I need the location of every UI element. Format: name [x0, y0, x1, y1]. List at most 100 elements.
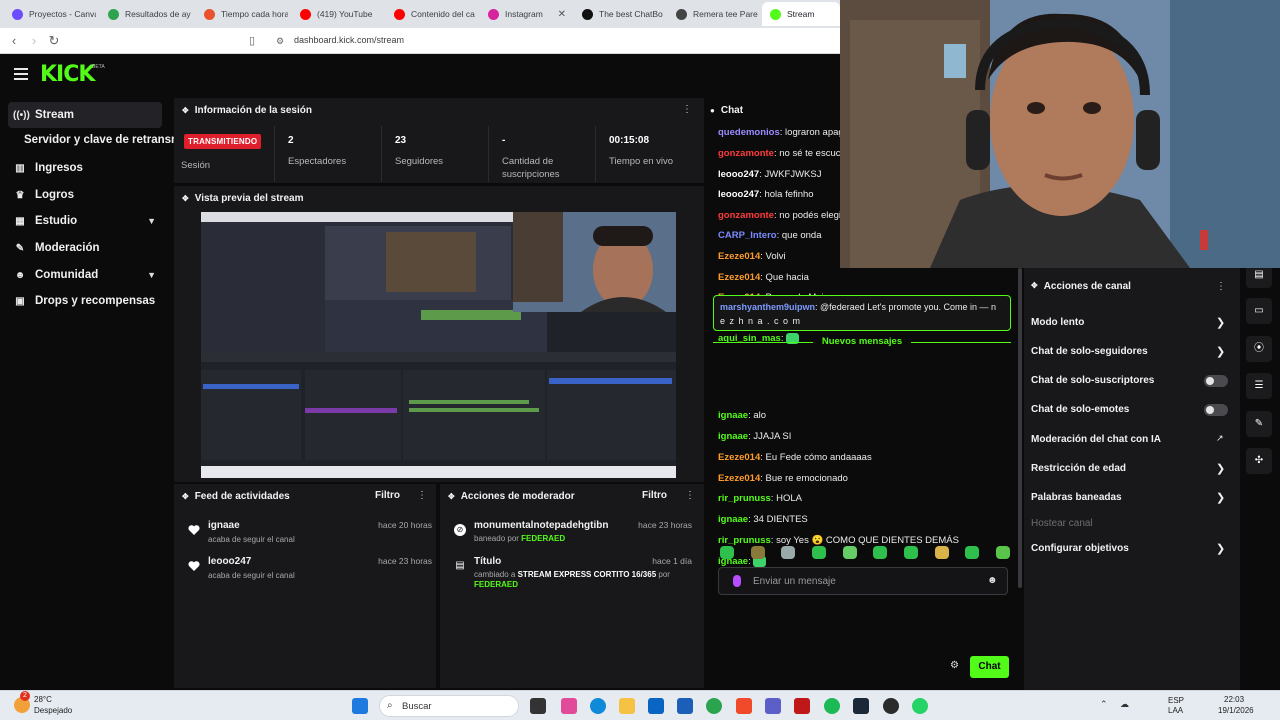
browser-tab[interactable]: Instagram ✕	[480, 2, 572, 26]
sidebar-item-stream[interactable]: ((•)) Stream	[8, 102, 162, 128]
tab-close-icon[interactable]: ✕	[558, 9, 566, 20]
browser-tab[interactable]: Stream	[762, 2, 840, 26]
chevron-right-icon[interactable]: ❯	[1216, 462, 1225, 475]
sidebar-item-moderacion[interactable]: ✎ Moderación	[8, 235, 162, 261]
store-icon[interactable]	[677, 698, 693, 714]
channel-action-item[interactable]: Moderación del chat con IA	[1031, 434, 1231, 445]
reload-icon[interactable]: ↻	[46, 33, 62, 49]
sidebar-item-server-key[interactable]: Servidor y clave de retransm	[24, 134, 181, 146]
back-icon[interactable]: ‹	[6, 33, 22, 49]
edge-icon[interactable]	[590, 698, 606, 714]
chat-username[interactable]: leooo247	[718, 189, 759, 200]
channel-action-item[interactable]: Chat de solo-suscriptores	[1031, 375, 1231, 386]
emote-icon[interactable]	[934, 546, 949, 559]
sidebar-item-estudio[interactable]: ▦ Estudio ▼	[8, 208, 162, 234]
url-field[interactable]: dashboard.kick.com/stream	[294, 35, 404, 45]
keyboard-lang[interactable]: ESP	[1168, 696, 1184, 705]
emote-icon[interactable]	[811, 546, 826, 559]
browser-tab[interactable]: Tiempo cada hora	[196, 2, 288, 26]
clock-date[interactable]: 19/1/2026	[1218, 706, 1254, 715]
sidebar-item-drops[interactable]: ▣ Drops y recompensas	[8, 288, 162, 314]
emote-icon[interactable]	[842, 546, 857, 559]
browser-tab[interactable]: Proyectos - Canva	[4, 2, 96, 26]
channel-action-item[interactable]: Chat de solo-emotes	[1031, 404, 1231, 415]
obs-icon[interactable]	[883, 698, 899, 714]
browser-tab[interactable]: The best ChatBo	[574, 2, 666, 26]
chat-username[interactable]: rir_prunuss	[718, 535, 771, 546]
task-view-icon[interactable]	[530, 698, 546, 714]
file-explorer-icon[interactable]	[619, 698, 635, 714]
steam-icon[interactable]	[853, 698, 869, 714]
channel-action-item[interactable]: Configurar objetivos	[1031, 543, 1231, 554]
windows-start-icon[interactable]	[352, 698, 368, 714]
sidebar-item-comunidad[interactable]: ☻ Comunidad ▼	[8, 262, 162, 288]
mod-filter-button[interactable]: Filtro	[642, 490, 667, 501]
chevron-right-icon[interactable]: ❯	[1216, 316, 1225, 329]
emoji-picker-icon[interactable]: ☻	[987, 575, 998, 586]
activity-more-icon[interactable]: ⋮	[417, 490, 427, 501]
bookmark-icon[interactable]: ▯	[244, 33, 260, 49]
browser-tab[interactable]: (419) YouTube	[292, 2, 384, 26]
chat-username[interactable]: ignaae	[718, 514, 748, 525]
rail-chat-icon[interactable]: ▭	[1246, 298, 1272, 324]
chat-username[interactable]: Ezeze014	[718, 452, 760, 463]
brave-icon[interactable]	[736, 698, 752, 714]
chat-username[interactable]: gonzamonte	[718, 148, 774, 159]
emote-icon[interactable]	[903, 546, 918, 559]
browser-tab[interactable]: Contenido del ca	[386, 2, 478, 26]
stream-preview-video[interactable]	[201, 212, 676, 478]
app-icon[interactable]	[794, 698, 810, 714]
pinned-message[interactable]: marshyanthem9uipwn: @federaed Let's prom…	[713, 295, 1011, 331]
chat-username[interactable]: Ezeze014	[718, 473, 760, 484]
chat-username[interactable]: ignaae	[718, 410, 748, 421]
tray-cloud-icon[interactable]: ☁	[1120, 699, 1129, 710]
outlook-icon[interactable]	[648, 698, 664, 714]
mod-more-icon[interactable]: ⋮	[685, 490, 695, 501]
chat-settings-icon[interactable]: ⚙	[950, 660, 959, 671]
external-link-icon[interactable]: ↗	[1216, 433, 1224, 444]
feed-item-user[interactable]: leooo247	[208, 556, 251, 567]
browser-tab[interactable]: Remera tee Pare	[668, 2, 760, 26]
chat-username[interactable]: rir_prunuss	[718, 493, 771, 504]
kick-logo[interactable]: KICK	[40, 62, 95, 87]
chat-username[interactable]: quedemonios	[718, 127, 780, 138]
rail-list-icon[interactable]: ☰	[1246, 373, 1272, 399]
emote-icon[interactable]	[781, 546, 796, 559]
chevron-right-icon[interactable]: ❯	[1216, 345, 1225, 358]
channel-action-item[interactable]: Modo lento	[1031, 317, 1231, 328]
hamburger-menu-icon[interactable]	[14, 68, 28, 80]
emote-icon[interactable]	[873, 546, 888, 559]
copilot-icon[interactable]	[561, 698, 577, 714]
chat-username[interactable]: gonzamonte	[718, 210, 774, 221]
mic-icon[interactable]	[733, 575, 741, 587]
keyboard-lang-2[interactable]: LAA	[1168, 706, 1183, 715]
forward-icon[interactable]: ›	[26, 33, 42, 49]
chevron-right-icon[interactable]: ❯	[1216, 542, 1225, 555]
tray-chevron-icon[interactable]: ⌃	[1100, 699, 1108, 710]
site-info-icon[interactable]: ⚙	[272, 33, 288, 49]
spotify-icon[interactable]	[824, 698, 840, 714]
chat-username[interactable]: CARP_Intero	[718, 230, 777, 241]
chat-username[interactable]: ignaae	[718, 431, 748, 442]
emote-icon[interactable]	[750, 546, 765, 559]
emote-icon[interactable]	[995, 546, 1010, 559]
mod-action-target[interactable]: monumentalnotepadehgtibn	[474, 520, 608, 531]
chat-username[interactable]: leooo247	[718, 169, 759, 180]
channel-action-item[interactable]: Chat de solo-seguidores	[1031, 346, 1231, 357]
taskbar-search[interactable]: ⌕ Buscar	[379, 695, 519, 717]
toggle-switch[interactable]	[1204, 375, 1228, 387]
chrome-icon[interactable]	[706, 698, 722, 714]
browser-tab[interactable]: Resultados de ay	[100, 2, 192, 26]
session-more-icon[interactable]: ⋮	[682, 104, 692, 115]
teams-icon[interactable]	[765, 698, 781, 714]
chat-send-button[interactable]: Chat	[970, 656, 1009, 678]
channel-actions-more-icon[interactable]: ⋮	[1216, 281, 1226, 292]
clock-time[interactable]: 22:03	[1224, 695, 1244, 704]
channel-action-item[interactable]: Palabras baneadas	[1031, 492, 1231, 503]
emote-icon[interactable]	[965, 546, 980, 559]
sidebar-item-logros[interactable]: ♛ Logros	[8, 182, 162, 208]
sidebar-item-ingresos[interactable]: ▥ Ingresos	[8, 155, 162, 181]
new-messages-divider[interactable]: Nuevos mensajes	[713, 336, 1011, 347]
emote-icon[interactable]	[720, 546, 734, 559]
activity-filter-button[interactable]: Filtro	[375, 490, 400, 501]
